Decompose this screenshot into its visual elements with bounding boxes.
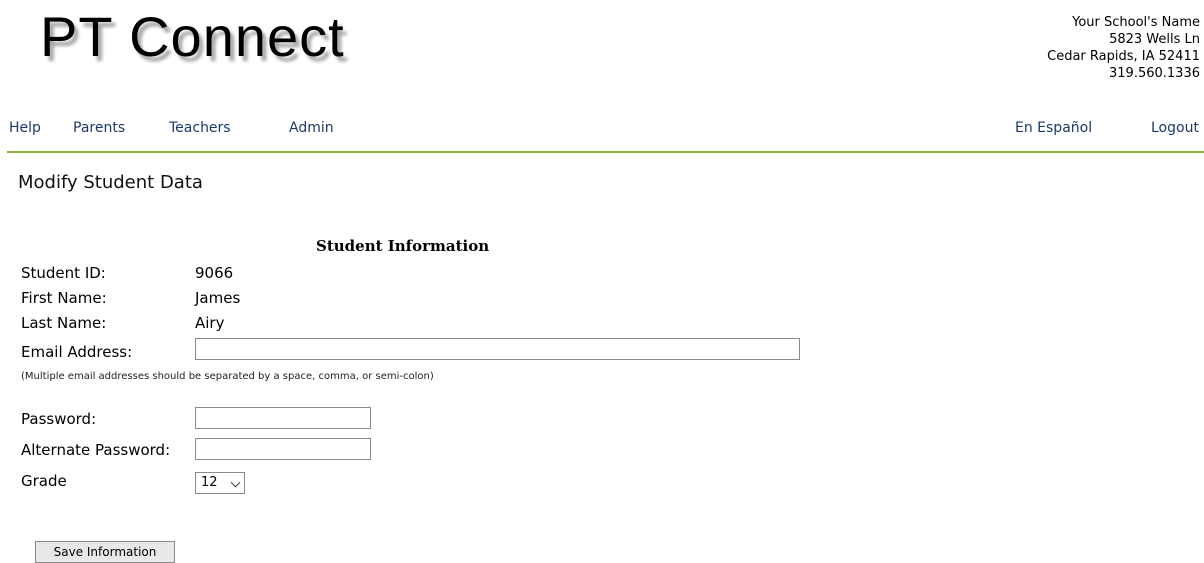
- email-field[interactable]: [195, 338, 800, 360]
- page-title: Modify Student Data: [18, 172, 203, 193]
- page-header: PT Connect Your School's Name 5823 Wells…: [0, 0, 1204, 90]
- section-title: Student Information: [316, 237, 490, 255]
- nav-help[interactable]: Help: [9, 120, 41, 136]
- app-logo: PT Connect: [40, 5, 345, 68]
- nav-logout[interactable]: Logout: [1151, 120, 1199, 136]
- nav-admin[interactable]: Admin: [289, 120, 334, 136]
- school-address: Your School's Name 5823 Wells Ln Cedar R…: [1047, 14, 1200, 82]
- grade-select[interactable]: 12: [195, 472, 245, 494]
- first-name-label: First Name:: [21, 289, 107, 307]
- school-street: 5823 Wells Ln: [1109, 32, 1200, 47]
- grade-label: Grade: [21, 472, 67, 490]
- grade-selected-value: 12: [201, 475, 218, 490]
- student-id-value: 9066: [195, 264, 234, 282]
- alt-password-label: Alternate Password:: [21, 441, 171, 459]
- school-city: Cedar Rapids, IA 52411: [1047, 49, 1200, 64]
- password-label: Password:: [21, 410, 97, 428]
- school-phone: 319.560.1336: [1109, 66, 1200, 81]
- save-button[interactable]: Save Information: [35, 541, 175, 563]
- password-field[interactable]: [195, 407, 371, 429]
- email-label: Email Address:: [21, 343, 133, 361]
- chevron-down-icon: [230, 477, 241, 488]
- last-name-value: Airy: [195, 314, 225, 332]
- nav-parents[interactable]: Parents: [73, 120, 125, 136]
- email-hint: (Multiple email addresses should be sepa…: [21, 371, 434, 382]
- nav-divider: [7, 151, 1204, 153]
- main-nav: Help Parents Teachers Admin En Español L…: [0, 118, 1204, 144]
- school-name: Your School's Name: [1072, 15, 1200, 30]
- student-id-label: Student ID:: [21, 264, 106, 282]
- alt-password-field[interactable]: [195, 438, 371, 460]
- nav-spanish[interactable]: En Español: [1015, 120, 1092, 136]
- nav-teachers[interactable]: Teachers: [169, 120, 231, 136]
- last-name-label: Last Name:: [21, 314, 107, 332]
- first-name-value: James: [195, 289, 241, 307]
